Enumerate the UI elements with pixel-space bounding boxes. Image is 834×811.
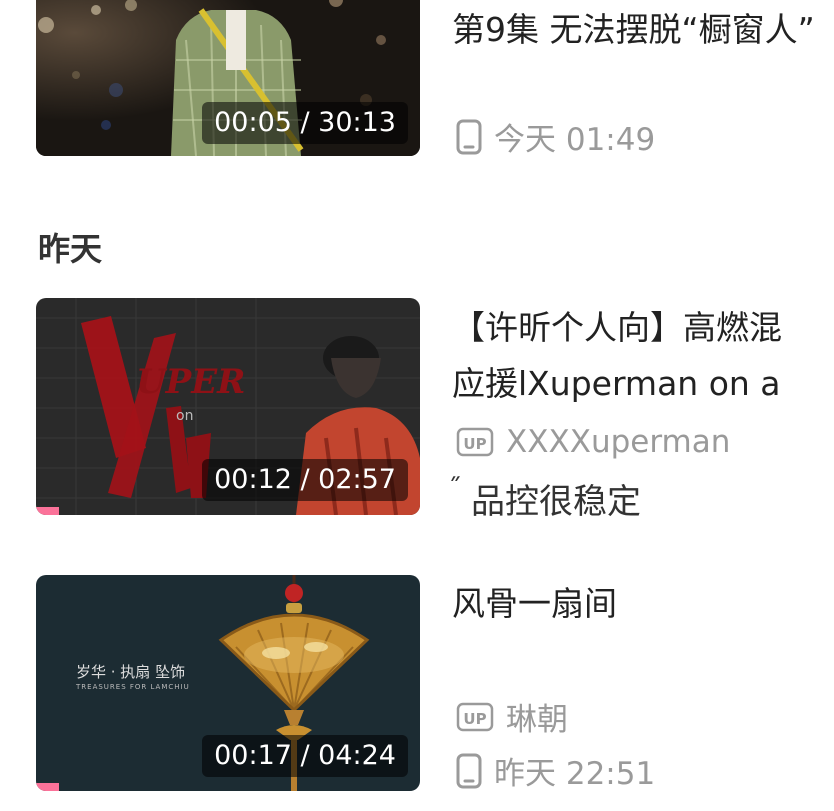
uploader-info[interactable]: UP 琳朝: [456, 694, 568, 739]
overlay-ad-text: ˝ 品控很稳定: [448, 474, 641, 523]
video-thumbnail[interactable]: UPER on 00:12 / 02:57: [36, 298, 420, 515]
playback-time: 00:12 / 02:57: [202, 459, 408, 501]
thumbnail-caption: 岁华 · 执扇 坠饰: [76, 663, 186, 681]
video-title[interactable]: 第9集 无法摆脱“橱窗人”: [452, 10, 815, 50]
up-badge-icon: UP: [456, 427, 494, 457]
watch-progress-bar: [36, 507, 60, 515]
svg-text:UP: UP: [463, 710, 486, 728]
video-title-line-1[interactable]: 【许昕个人向】高燃混: [452, 308, 782, 348]
video-title-line-2[interactable]: 应援lXuperman on a: [452, 364, 781, 404]
history-page: 00:05 / 30:13 第9集 无法摆脱“橱窗人” 今天 01:49 昨天: [0, 0, 834, 811]
device-time-label: 昨天 22:51: [494, 756, 656, 792]
svg-text:UP: UP: [463, 435, 486, 453]
quote-mark-icon: ˝: [448, 474, 461, 504]
uploader-info[interactable]: UP XXXXuperman: [456, 424, 730, 460]
section-heading-yesterday: 昨天: [38, 230, 103, 268]
watch-device-time: 昨天 22:51: [456, 748, 655, 793]
video-title[interactable]: 风骨一扇间: [452, 584, 617, 624]
thumbnail-subcaption: TREASURES FOR LAMCHIU: [76, 683, 190, 691]
up-badge-icon: UP: [456, 702, 494, 732]
watch-progress-bar: [36, 783, 60, 791]
svg-text:on: on: [176, 408, 193, 424]
playback-time: 00:17 / 04:24: [202, 735, 408, 777]
svg-text:UPER: UPER: [136, 362, 245, 402]
watch-device-time: 今天 01:49: [456, 114, 655, 159]
phone-icon: [456, 119, 482, 155]
phone-icon: [456, 753, 482, 789]
uploader-name: XXXXuperman: [506, 424, 731, 460]
uploader-name: 琳朝: [506, 702, 568, 738]
video-thumbnail[interactable]: 00:05 / 30:13: [36, 0, 420, 156]
device-time-label: 今天 01:49: [494, 122, 656, 158]
playback-time: 00:05 / 30:13: [202, 102, 408, 144]
ad-text-label: 品控很稳定: [471, 482, 641, 522]
video-thumbnail[interactable]: 岁华 · 执扇 坠饰 TREASURES FOR LAMCHIU 00:17 /…: [36, 575, 420, 791]
